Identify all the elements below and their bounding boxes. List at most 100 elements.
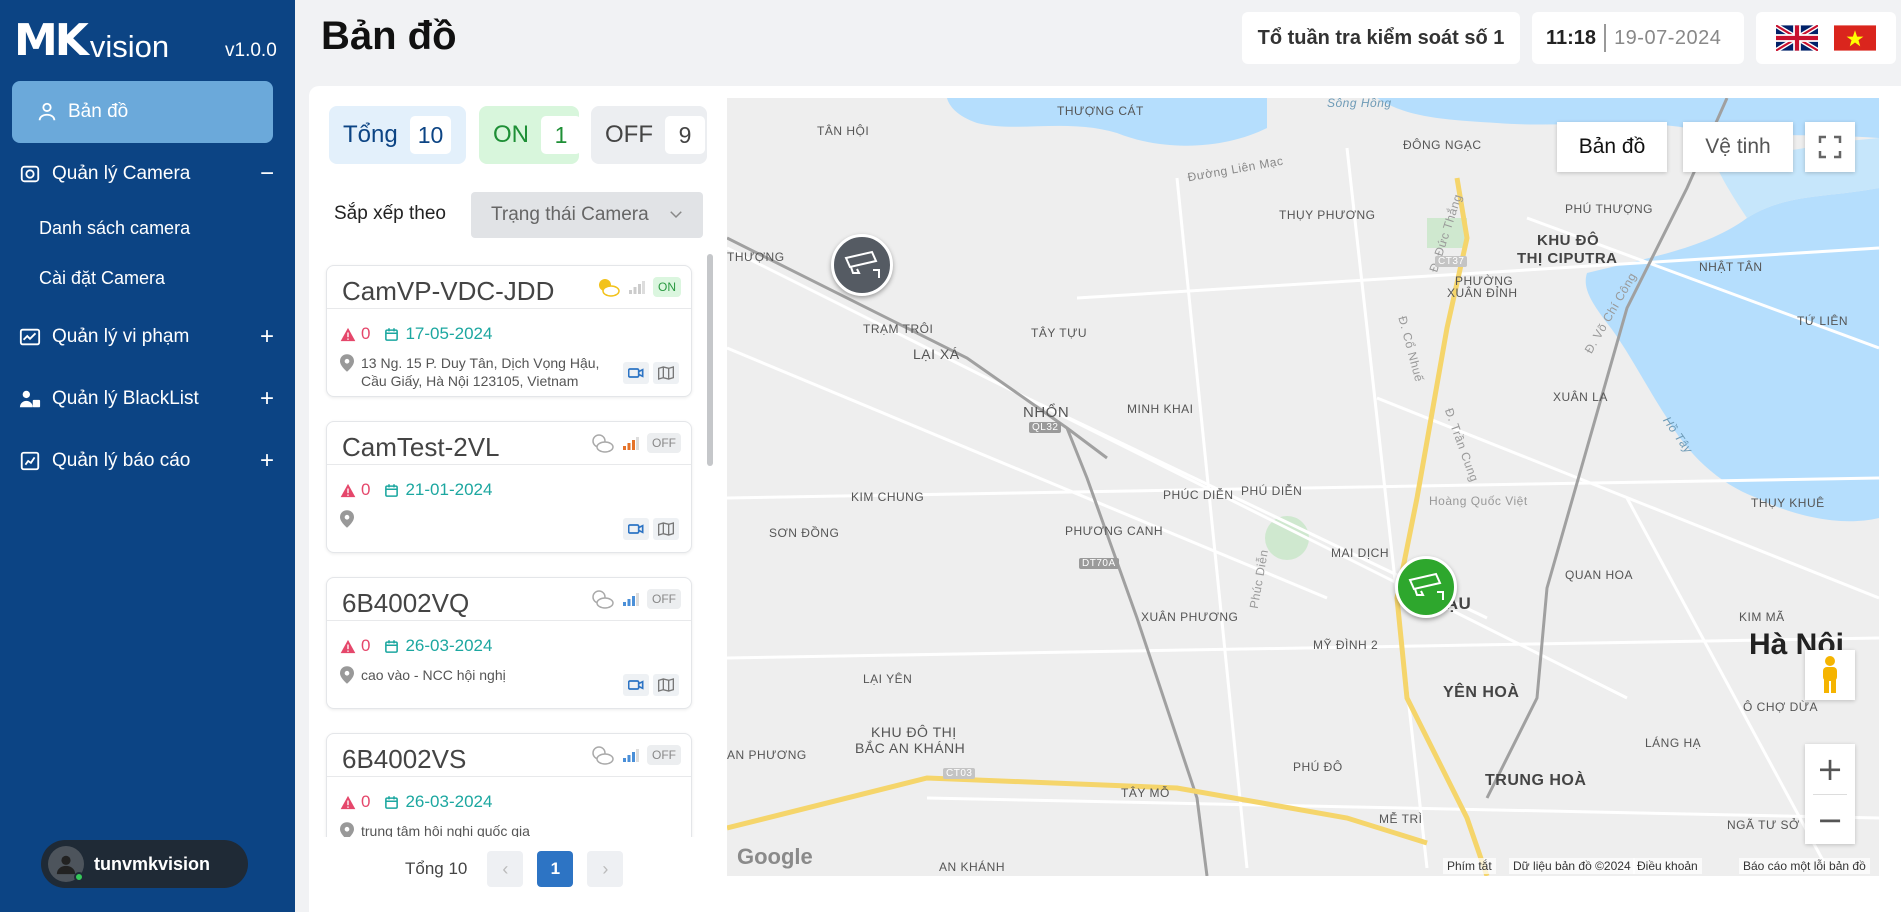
plus-icon: + — [1816, 750, 1844, 788]
map-label: KIM MÃ — [1739, 610, 1785, 624]
map-label: THỤY PHƯƠNG — [1279, 208, 1376, 222]
zoom-out-button[interactable]: − — [1805, 795, 1855, 845]
map-label: ĐÔNG NGẠC — [1403, 138, 1482, 152]
sidebar-item-label: Quản lý vi phạm — [52, 326, 190, 347]
camera-marker-on[interactable] — [1395, 556, 1457, 618]
map-label: PHÚ ĐÔ — [1293, 760, 1343, 774]
video-icon — [628, 368, 644, 378]
stat-on[interactable]: ON 1 — [479, 106, 581, 164]
stat-off[interactable]: OFF 9 — [591, 106, 707, 164]
video-button[interactable] — [623, 674, 649, 696]
next-page-button[interactable]: › — [587, 851, 624, 887]
sidebar-item-label: Quản lý Camera — [52, 163, 191, 184]
map-type-satellite-button[interactable]: Vệ tinh — [1683, 122, 1793, 172]
map-view[interactable]: THƯỢNG CÁT Sông Hồng TÂN HỘI ĐÔNG NGẠC Đ… — [727, 98, 1879, 876]
keyboard-shortcuts-link[interactable]: Phím tắt — [1443, 858, 1496, 874]
camera-name: 6B4002VS — [342, 744, 467, 774]
current-page-button[interactable]: 1 — [537, 851, 574, 887]
chevron-right-icon: › — [602, 858, 609, 879]
location-pin-icon — [340, 666, 354, 684]
camera-marker-off[interactable] — [831, 234, 893, 296]
map-label: MỄ TRÌ — [1379, 812, 1423, 826]
camera-card[interactable]: CamVP-VDC-JDD ON 0 17-05-2024 13 Ng. 15 … — [326, 265, 692, 397]
sidebar-item-violations[interactable]: Quản lý vi phạm + — [18, 322, 278, 352]
map-type-roadmap-button[interactable]: Bản đồ — [1557, 122, 1667, 172]
map-label: NHẬT TÂN — [1699, 260, 1763, 274]
violation-chart-icon — [18, 325, 42, 349]
calendar-icon — [385, 483, 399, 497]
weather-cloud-icon — [592, 590, 614, 609]
camera-name: CamVP-VDC-JDD — [342, 276, 555, 306]
road-shield: DT70A — [1079, 558, 1119, 569]
expand-icon[interactable]: + — [256, 323, 278, 351]
sort-select[interactable]: Trạng thái Camera — [471, 192, 703, 238]
terms-link[interactable]: Điều khoản — [1633, 858, 1702, 874]
app-version: v1.0.0 — [225, 40, 277, 61]
expand-icon[interactable]: + — [256, 385, 278, 413]
sidebar: MK vision v1.0.0 Bản đồ Quản lý Camera −… — [0, 0, 295, 912]
logo-mk: MK — [14, 15, 89, 66]
unit-name: Tổ tuần tra kiểm soát số 1 — [1242, 12, 1520, 64]
map-label: PHÚ THƯỢNG — [1565, 202, 1653, 216]
collapse-icon[interactable]: − — [256, 160, 278, 188]
camera-card[interactable]: 6B4002VS OFF 0 26-03-2024 trung tâm hội … — [326, 733, 692, 837]
map-people-icon — [38, 102, 56, 121]
map-label: THỊ CIPUTRA — [1517, 250, 1618, 267]
video-button[interactable] — [623, 362, 649, 384]
camera-list-scrollbar[interactable] — [707, 254, 713, 466]
online-status-icon — [74, 872, 84, 882]
street-view-button[interactable] — [1805, 650, 1855, 700]
card-divider — [327, 776, 691, 777]
card-actions — [623, 362, 679, 384]
user-menu[interactable]: tunvmkvision — [41, 840, 248, 888]
signal-icon — [623, 749, 639, 762]
camera-card[interactable]: 6B4002VQ OFF 0 26-03-2024 cao vào - NCC … — [326, 577, 692, 709]
sidebar-item-reports[interactable]: Quản lý báo cáo + — [18, 446, 278, 476]
sidebar-item-map[interactable]: Bản đồ — [12, 81, 273, 143]
report-error-link[interactable]: Báo cáo một lỗi bản đồ — [1739, 858, 1870, 874]
camera-card[interactable]: CamTest-2VL OFF 0 21-01-2024 — [326, 421, 692, 553]
road-shield: QL32 — [1029, 422, 1062, 433]
status-badge: OFF — [647, 745, 681, 765]
camera-stats: 0 21-01-2024 — [340, 480, 492, 500]
map-button[interactable] — [653, 674, 679, 696]
camera-address: 13 Ng. 15 P. Duy Tân, Dịch Vọng Hậu, Cầu… — [340, 354, 610, 390]
camera-status-icons: OFF — [589, 744, 681, 766]
signal-icon — [623, 593, 639, 606]
fullscreen-button[interactable] — [1805, 122, 1855, 172]
vietnam-flag-icon[interactable] — [1834, 25, 1876, 51]
location-pin-icon — [340, 510, 354, 528]
expand-icon[interactable]: + — [256, 447, 278, 475]
map-label: YÊN HOÀ — [1443, 684, 1520, 701]
current-time: 11:18 — [1546, 26, 1597, 49]
fullscreen-icon — [1818, 135, 1842, 159]
uk-flag-icon[interactable] — [1776, 25, 1818, 51]
clock: 11:18 19-07-2024 — [1532, 12, 1744, 64]
app-logo[interactable]: MK vision — [14, 15, 169, 66]
map-label: TÂY MỖ — [1121, 786, 1170, 800]
map-label: NHỔN — [1023, 404, 1070, 421]
camera-name: 6B4002VQ — [342, 588, 470, 618]
map-button[interactable] — [653, 518, 679, 540]
sidebar-subitem-camera-list[interactable]: Danh sách camera — [39, 218, 190, 239]
report-icon — [18, 449, 42, 473]
camera-list[interactable]: CamVP-VDC-JDD ON 0 17-05-2024 13 Ng. 15 … — [322, 257, 717, 837]
violation-count: 0 — [361, 324, 371, 343]
road-shield: CT37 — [1435, 256, 1468, 267]
map-label: Hoàng Quốc Việt — [1429, 494, 1528, 508]
stat-total[interactable]: Tổng 10 — [329, 106, 466, 164]
sidebar-subitem-camera-settings[interactable]: Cài đặt Camera — [39, 268, 165, 289]
zoom-control: + − — [1805, 744, 1855, 844]
zoom-in-button[interactable]: + — [1805, 744, 1855, 794]
sidebar-item-blacklist[interactable]: Quản lý BlackList + — [18, 384, 278, 414]
calendar-icon — [385, 327, 399, 341]
pagination-total: Tổng 10 — [405, 859, 468, 878]
chevron-down-icon — [670, 211, 682, 219]
map-label: KHU ĐÔ — [1537, 232, 1600, 249]
map-label: THƯỢNG — [727, 250, 785, 264]
sidebar-item-camera-management[interactable]: Quản lý Camera − — [18, 159, 278, 189]
map-label: KIM CHUNG — [851, 490, 925, 504]
video-button[interactable] — [623, 518, 649, 540]
map-button[interactable] — [653, 362, 679, 384]
prev-page-button[interactable]: ‹ — [487, 851, 524, 887]
